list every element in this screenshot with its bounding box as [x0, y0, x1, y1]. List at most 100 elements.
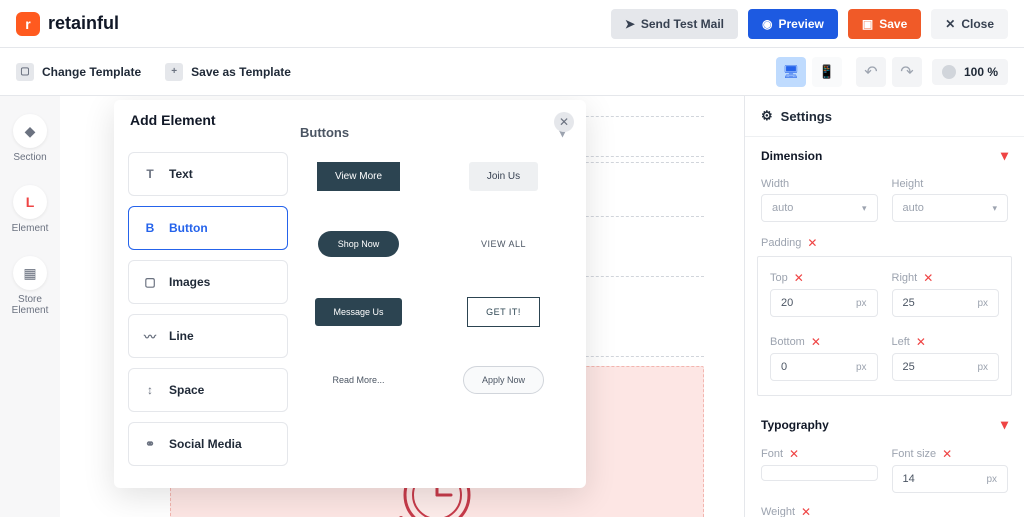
rail-store-element[interactable]: ▦ Store Element: [0, 256, 60, 316]
change-template-label: Change Template: [42, 65, 141, 79]
save-button[interactable]: ▣ Save: [848, 9, 921, 39]
rail-element[interactable]: L Element: [12, 185, 49, 234]
element-type-list: T Text B Button ▢ Images 〰 Line ↕ Spac: [128, 152, 288, 466]
clear-font-button[interactable]: ✕: [789, 447, 799, 461]
social-option-label: Social Media: [169, 437, 242, 451]
sample-get-it[interactable]: GET IT!: [467, 297, 540, 327]
sample-read-more[interactable]: Read More...: [314, 366, 402, 394]
sample-view-all[interactable]: VIEW ALL: [463, 230, 544, 258]
button-option-label: Button: [169, 221, 208, 235]
typography-label: Typography: [761, 418, 829, 432]
dimension-section-header[interactable]: Dimension ▾: [745, 137, 1024, 172]
popup-close-button[interactable]: ✕: [554, 112, 574, 132]
sample-join-us[interactable]: Join Us: [469, 162, 538, 191]
undo-button[interactable]: ↶: [856, 57, 886, 87]
send-test-label: Send Test Mail: [641, 17, 724, 31]
text-icon: T: [141, 165, 159, 183]
rail-store-label: Store Element: [0, 294, 60, 316]
close-label: Close: [961, 17, 994, 31]
settings-panel: ⚙ Settings Dimension ▾ Width auto ▾ Heig…: [744, 96, 1024, 517]
dimension-label: Dimension: [761, 149, 822, 163]
clear-left-button[interactable]: ✕: [916, 335, 926, 349]
sample-view-more[interactable]: View More: [317, 162, 400, 191]
element-option-line[interactable]: 〰 Line: [128, 314, 288, 358]
pad-bottom-value: 0: [781, 361, 787, 373]
pad-top-value: 20: [781, 297, 793, 309]
sample-shop-now[interactable]: Shop Now: [318, 231, 400, 257]
pad-left-input[interactable]: 25px: [892, 353, 1000, 381]
save-as-template-label: Save as Template: [191, 65, 291, 79]
brand-name: retainful: [48, 13, 119, 34]
typography-section-header[interactable]: Typography ▾: [745, 406, 1024, 441]
pad-top-input[interactable]: 20 px: [770, 289, 878, 317]
sample-message-us[interactable]: Message Us: [315, 298, 401, 326]
element-option-button[interactable]: B Button: [128, 206, 288, 250]
collapse-icon[interactable]: ▾: [1001, 416, 1008, 433]
height-input[interactable]: auto ▾: [892, 194, 1009, 222]
zoom-minus-icon[interactable]: [942, 65, 956, 79]
unit-label: px: [977, 362, 988, 373]
top-actions: ➤ Send Test Mail ◉ Preview ▣ Save ✕ Clos…: [611, 9, 1008, 39]
left-rail: ◆ Section L Element ▦ Store Element: [0, 96, 60, 517]
preview-button[interactable]: ◉ Preview: [748, 9, 838, 39]
redo-button[interactable]: ↷: [892, 57, 922, 87]
gear-icon: ⚙: [761, 108, 773, 124]
fontsize-input[interactable]: 14px: [892, 465, 1009, 493]
settings-title: Settings: [781, 109, 832, 124]
pad-right-label: Right: [892, 272, 918, 284]
chevron-icon: ▾: [862, 203, 867, 214]
sub-bar: ▢ Change Template + Save as Template 🖥 📱…: [0, 48, 1024, 96]
pad-bottom-input[interactable]: 0 px: [770, 353, 878, 381]
redo-icon: ↷: [900, 62, 913, 82]
brand-logo-icon: r: [16, 12, 40, 36]
weight-label: Weight: [761, 506, 795, 517]
width-input[interactable]: auto ▾: [761, 194, 878, 222]
preview-label: Preview: [779, 17, 824, 31]
close-button[interactable]: ✕ Close: [931, 9, 1008, 39]
clear-fontsize-button[interactable]: ✕: [942, 447, 952, 461]
element-option-images[interactable]: ▢ Images: [128, 260, 288, 304]
save-label: Save: [879, 17, 907, 31]
height-value: auto: [903, 202, 924, 214]
font-input[interactable]: [761, 465, 878, 481]
send-test-mail-button[interactable]: ➤ Send Test Mail: [611, 9, 738, 39]
clear-padding-button[interactable]: ✕: [807, 236, 817, 250]
save-icon: ▣: [862, 17, 873, 31]
clear-bottom-button[interactable]: ✕: [811, 335, 821, 349]
chevron-icon: ▾: [992, 203, 997, 214]
store-icon: ▦: [23, 265, 36, 282]
collapse-icon[interactable]: ▾: [1001, 147, 1008, 164]
padding-label: Padding: [761, 237, 801, 249]
main-area: ◆ Section L Element ▦ Store Element: [0, 96, 1024, 517]
pad-right-input[interactable]: 25px: [892, 289, 1000, 317]
save-template-icon: +: [165, 63, 183, 81]
element-option-text[interactable]: T Text: [128, 152, 288, 196]
font-label: Font: [761, 448, 783, 460]
unit-label: px: [856, 362, 867, 373]
mobile-device-button[interactable]: 📱: [812, 57, 842, 87]
line-icon: 〰: [141, 327, 159, 345]
clear-weight-button[interactable]: ✕: [801, 505, 811, 517]
element-option-space[interactable]: ↕ Space: [128, 368, 288, 412]
element-option-social[interactable]: ⚭ Social Media: [128, 422, 288, 466]
unit-label: px: [856, 298, 867, 309]
pad-top-label: Top: [770, 272, 788, 284]
unit-label: px: [977, 298, 988, 309]
element-preview-panel: Buttons ▾ View More Join Us Shop Now VIE…: [300, 116, 572, 466]
rail-section[interactable]: ◆ Section: [13, 114, 47, 163]
unit-label: px: [986, 474, 997, 485]
zoom-value: 100 %: [964, 65, 998, 79]
canvas-area: ✕ Add Element T Text B Button ▢ Images 〰…: [60, 96, 744, 517]
width-value: auto: [772, 202, 793, 214]
clear-right-button[interactable]: ✕: [923, 271, 933, 285]
sub-left: ▢ Change Template + Save as Template: [16, 63, 291, 81]
button-icon: B: [141, 219, 159, 237]
desktop-device-button[interactable]: 🖥: [776, 57, 806, 87]
pad-bottom-label: Bottom: [770, 336, 805, 348]
change-template-button[interactable]: ▢ Change Template: [16, 63, 141, 81]
sample-apply-now[interactable]: Apply Now: [463, 366, 544, 394]
zoom-control[interactable]: 100 %: [932, 59, 1008, 85]
save-as-template-button[interactable]: + Save as Template: [165, 63, 291, 81]
space-icon: ↕: [141, 381, 159, 399]
clear-top-button[interactable]: ✕: [794, 271, 804, 285]
